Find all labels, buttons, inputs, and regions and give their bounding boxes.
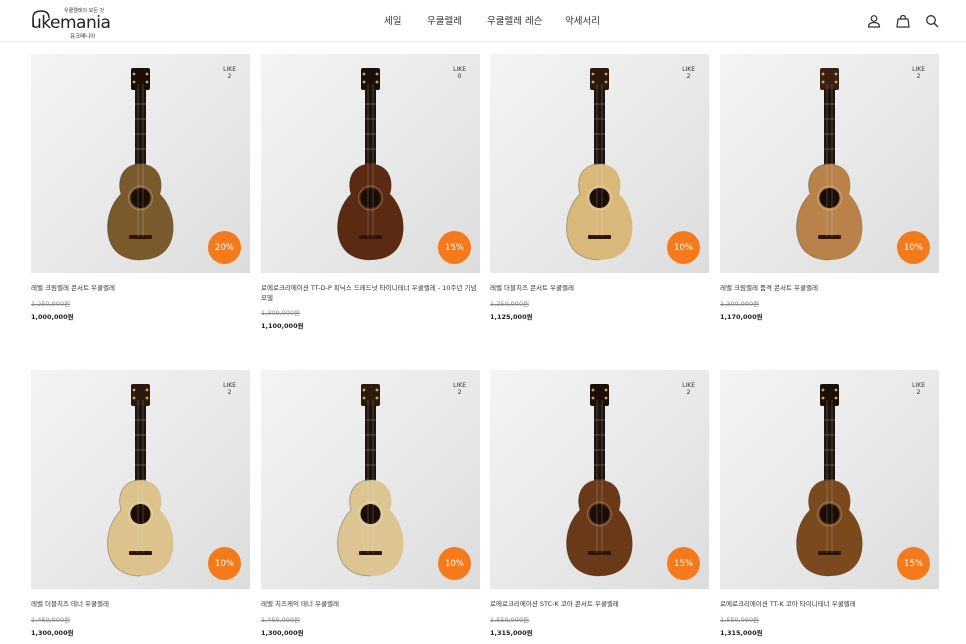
nav-ukulele[interactable]: 우쿨렐레 — [427, 13, 462, 27]
like-count: 2 — [686, 389, 691, 396]
discount-badge: 10% — [438, 547, 471, 580]
discount-badge: 15% — [438, 231, 471, 264]
original-price: 1,250,000원 — [31, 300, 71, 308]
discount-badge: 10% — [897, 231, 930, 264]
like-label: LIKE — [912, 382, 925, 389]
search-icon[interactable] — [925, 13, 939, 28]
nav-ukulele-lessons[interactable]: 우쿨렐레 레슨 — [487, 13, 542, 27]
sale-price: 1,300,000원 — [31, 629, 74, 637]
site-header: 우쿨렐레의 모든 것 ukemania 유크매니아 세일 우쿨렐레 우쿨렐레 레… — [0, 0, 966, 42]
like-counter[interactable]: LIKE 2 — [223, 382, 236, 396]
like-counter[interactable]: LIKE 0 — [453, 66, 466, 80]
nav-sale[interactable]: 세일 — [384, 13, 401, 27]
sale-price: 1,125,000원 — [490, 313, 533, 321]
like-counter[interactable]: LIKE 2 — [682, 382, 695, 396]
shopping-bag-icon[interactable] — [896, 13, 910, 28]
like-counter[interactable]: LIKE 2 — [912, 66, 925, 80]
product-photo[interactable]: LIKE 2 10% — [31, 370, 250, 589]
sale-price: 1,315,000원 — [490, 629, 533, 637]
product-name[interactable]: 로에로크리에이션 TT-D-P 피닉스 드레드넛 타이니테너 우쿨렐레 - 10… — [261, 283, 480, 303]
original-price: 1,450,000원 — [261, 616, 301, 624]
product-photo[interactable]: LIKE 2 15% — [720, 370, 939, 589]
sale-price: 1,100,000원 — [261, 322, 304, 330]
discount-badge: 10% — [667, 231, 700, 264]
discount-badge: 10% — [208, 547, 241, 580]
like-label: LIKE — [453, 382, 466, 389]
product-name[interactable]: 레벨 치즈케익 테너 우쿨렐레 — [261, 599, 480, 609]
original-price: 1,300,000원 — [720, 300, 760, 308]
original-price: 1,250,000원 — [490, 300, 530, 308]
like-label: LIKE — [223, 382, 236, 389]
product-name[interactable]: 레벨 더블치즈 콘서트 우쿨렐레 — [490, 283, 709, 293]
like-counter[interactable]: LIKE 2 — [912, 382, 925, 396]
discount-badge: 20% — [208, 231, 241, 264]
like-counter[interactable]: LIKE 2 — [682, 66, 695, 80]
like-count: 2 — [457, 389, 462, 396]
product-name[interactable]: 레벨 크림렐레 품격 콘서트 우쿨렐레 — [720, 283, 939, 293]
like-count: 2 — [686, 73, 691, 80]
sale-price: 1,000,000원 — [31, 313, 74, 321]
product-name[interactable]: 레벨 더블치즈 테너 우쿨렐레 — [31, 599, 250, 609]
nav-accessories[interactable]: 악세서리 — [565, 13, 600, 27]
like-label: LIKE — [682, 66, 695, 73]
like-count: 2 — [916, 73, 921, 80]
like-label: LIKE — [223, 66, 236, 73]
product-photo[interactable]: LIKE 2 10% — [720, 54, 939, 273]
original-price: 1,300,000원 — [261, 309, 301, 317]
like-count: 2 — [916, 389, 921, 396]
original-price: 1,550,000원 — [490, 616, 530, 624]
original-price: 1,450,000원 — [31, 616, 71, 624]
like-count: 2 — [227, 73, 232, 80]
discount-badge: 15% — [667, 547, 700, 580]
product-name[interactable]: 로에로크리에이션 STC-K 코아 콘서트 우쿨렐레 — [490, 599, 709, 609]
sale-price: 1,315,000원 — [720, 629, 763, 637]
like-counter[interactable]: LIKE 2 — [223, 66, 236, 80]
like-count: 0 — [457, 73, 462, 80]
product-name[interactable]: 로에로크리에이션 TT-K 코아 타이니테너 우쿨렐레 — [720, 599, 939, 609]
like-label: LIKE — [912, 66, 925, 73]
user-icon[interactable] — [867, 13, 881, 28]
logo-subtitle: 유크매니아 — [70, 34, 96, 40]
like-count: 2 — [227, 389, 232, 396]
discount-badge: 15% — [897, 547, 930, 580]
main-nav: 세일 우쿨렐레 우쿨렐레 레슨 악세서리 — [0, 13, 966, 29]
product-photo[interactable]: LIKE 2 15% — [490, 370, 709, 589]
original-price: 1,550,000원 — [720, 616, 760, 624]
sale-price: 1,170,000원 — [720, 313, 763, 321]
like-counter[interactable]: LIKE 2 — [453, 382, 466, 396]
like-label: LIKE — [682, 382, 695, 389]
product-photo[interactable]: LIKE 2 10% — [490, 54, 709, 273]
product-photo[interactable]: LIKE 2 10% — [261, 370, 480, 589]
like-label: LIKE — [453, 66, 466, 73]
product-name[interactable]: 레벨 크림렐레 콘서트 우쿨렐레 — [31, 283, 250, 293]
product-photo[interactable]: LIKE 0 15% — [261, 54, 480, 273]
product-photo[interactable]: LIKE 2 20% — [31, 54, 250, 273]
sale-price: 1,300,000원 — [261, 629, 304, 637]
